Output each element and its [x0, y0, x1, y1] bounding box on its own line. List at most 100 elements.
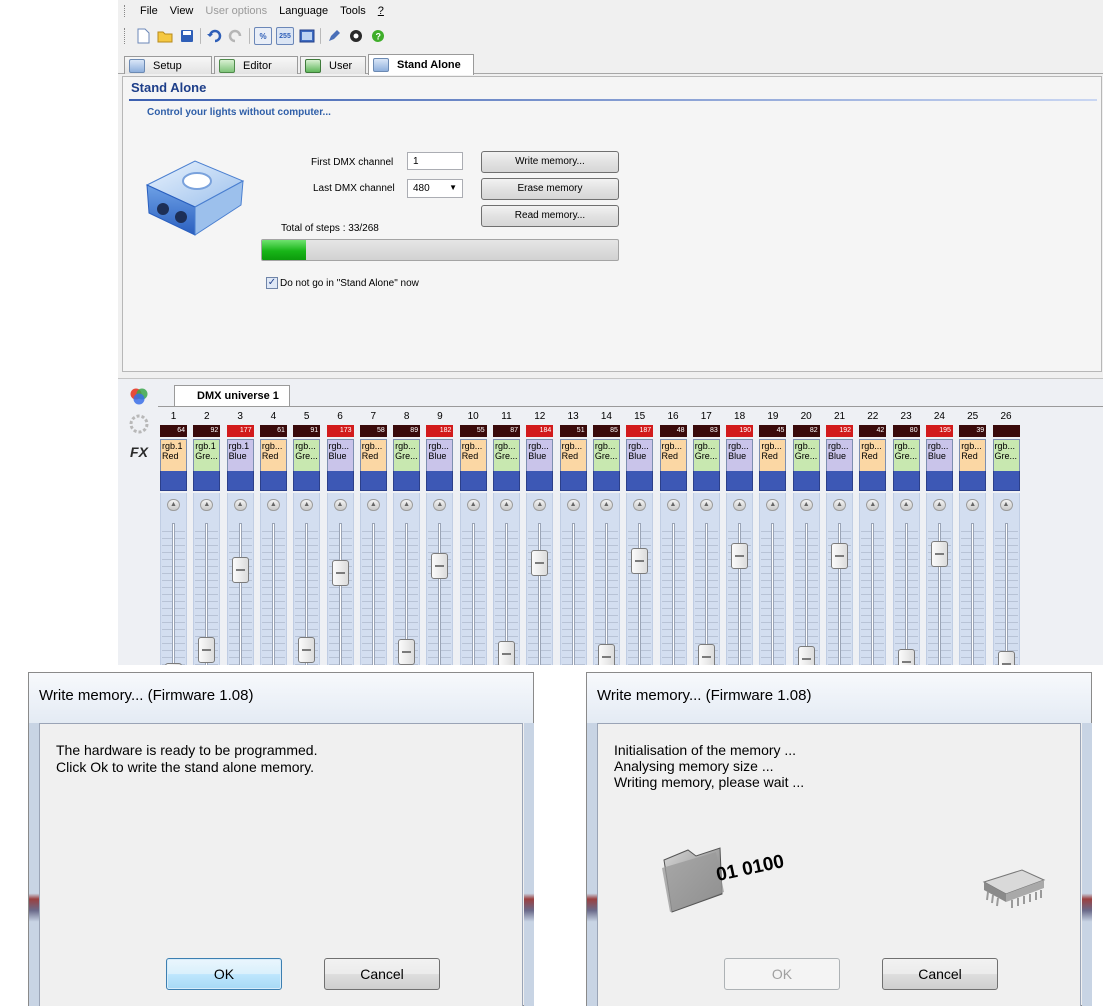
- channel-name[interactable]: rgb... Gre...: [792, 439, 820, 471]
- channel-name[interactable]: rgb... Red: [759, 439, 787, 471]
- open-folder-icon[interactable]: [156, 27, 174, 45]
- channel-up-icon[interactable]: ▲: [333, 499, 347, 511]
- channel-up-icon[interactable]: ▲: [833, 499, 846, 511]
- undo-icon[interactable]: [205, 27, 223, 45]
- channel-name[interactable]: rgb... Blue: [626, 439, 654, 471]
- tab-user[interactable]: User: [300, 56, 366, 74]
- channel-name[interactable]: rgb... Gre...: [992, 439, 1020, 471]
- channel-up-icon[interactable]: ▲: [233, 499, 247, 511]
- fader-thumb[interactable]: [897, 649, 915, 665]
- channel-name[interactable]: rgb... Blue: [925, 439, 953, 471]
- stand-alone-checkbox[interactable]: ✓: [266, 277, 278, 289]
- fader-thumb[interactable]: [731, 543, 749, 569]
- fader-thumb[interactable]: [697, 644, 715, 665]
- channel-up-icon[interactable]: ▲: [266, 499, 280, 511]
- channel-name[interactable]: rgb... Red: [359, 439, 387, 471]
- fader-thumb[interactable]: [398, 639, 416, 665]
- channel-name[interactable]: rgb... Blue: [826, 439, 853, 471]
- channel-name[interactable]: rgb... Red: [859, 439, 887, 471]
- gobo-wheel-icon[interactable]: [128, 413, 150, 435]
- channel-name[interactable]: rgb.1 Red: [160, 439, 187, 471]
- fader-thumb[interactable]: [631, 548, 649, 574]
- channel-name[interactable]: rgb... Blue: [726, 439, 754, 471]
- tab-stand-alone[interactable]: Stand Alone: [368, 54, 474, 75]
- monitor-icon[interactable]: [298, 27, 316, 45]
- channel-up-icon[interactable]: ▲: [566, 499, 580, 511]
- cancel-button[interactable]: Cancel: [324, 958, 440, 990]
- tab-setup[interactable]: Setup: [124, 56, 212, 74]
- redo-icon[interactable]: [227, 27, 245, 45]
- fader-thumb[interactable]: [930, 541, 948, 567]
- channel-up-icon[interactable]: ▲: [167, 499, 180, 511]
- dmx-universe-tab[interactable]: DMX universe 1: [174, 385, 290, 406]
- first-dmx-channel-input[interactable]: 1: [407, 152, 463, 170]
- channel-up-icon[interactable]: ▲: [300, 499, 314, 511]
- fader-thumb[interactable]: [231, 557, 249, 583]
- last-dmx-channel-select[interactable]: 480 ▼: [407, 179, 463, 198]
- channel-name[interactable]: rgb... Red: [259, 439, 287, 471]
- help-icon[interactable]: ?: [369, 27, 387, 45]
- channel-name[interactable]: rgb... Gre...: [592, 439, 620, 471]
- fader-thumb[interactable]: [165, 663, 182, 665]
- channel-up-icon[interactable]: ▲: [999, 499, 1013, 511]
- channel-name[interactable]: rgb... Red: [459, 439, 487, 471]
- channel-name[interactable]: rgb... Gre...: [892, 439, 920, 471]
- menu-file[interactable]: File: [134, 5, 164, 17]
- menu-tools[interactable]: Tools: [334, 5, 372, 17]
- menu-view[interactable]: View: [164, 5, 200, 17]
- channel-name[interactable]: rgb... Gre...: [293, 439, 321, 471]
- info-icon[interactable]: [347, 27, 365, 45]
- channel-name[interactable]: rgb... Blue: [426, 439, 454, 471]
- erase-memory-button[interactable]: Erase memory: [481, 178, 619, 200]
- channel-name[interactable]: rgb... Gre...: [393, 439, 421, 471]
- fader-thumb[interactable]: [597, 644, 615, 665]
- dmx-512-icon[interactable]: 255: [276, 27, 294, 45]
- fader-thumb[interactable]: [997, 651, 1015, 665]
- fader-thumb[interactable]: [498, 641, 515, 665]
- channel-up-icon[interactable]: ▲: [966, 499, 980, 511]
- channel-name[interactable]: rgb.1 Blue: [226, 439, 254, 471]
- color-picker-icon[interactable]: [128, 385, 150, 407]
- channel-up-icon[interactable]: ▲: [366, 499, 380, 511]
- fx-icon[interactable]: FX: [128, 441, 150, 463]
- channel-name[interactable]: rgb... Red: [959, 439, 987, 471]
- channel-up-icon[interactable]: ▲: [400, 499, 414, 511]
- channel-name[interactable]: rgb... Gre...: [692, 439, 720, 471]
- fader-thumb[interactable]: [331, 560, 349, 586]
- cancel-button[interactable]: Cancel: [882, 958, 998, 990]
- save-icon[interactable]: [178, 27, 196, 45]
- channel-up-icon[interactable]: ▲: [699, 499, 713, 511]
- fader-thumb[interactable]: [831, 543, 848, 569]
- menu-help[interactable]: ?: [372, 5, 390, 17]
- ok-button-disabled[interactable]: OK: [724, 958, 840, 990]
- channel-name[interactable]: rgb... Gre...: [493, 439, 520, 471]
- scene-icon[interactable]: %: [254, 27, 272, 45]
- channel-up-icon[interactable]: ▲: [633, 499, 647, 511]
- pen-icon[interactable]: [325, 27, 343, 45]
- channel-up-icon[interactable]: ▲: [899, 499, 913, 511]
- channel-up-icon[interactable]: ▲: [932, 499, 946, 511]
- channel-up-icon[interactable]: ▲: [666, 499, 680, 511]
- fader-thumb[interactable]: [198, 637, 216, 663]
- menu-language[interactable]: Language: [273, 5, 334, 17]
- channel-name[interactable]: rgb.1 Gre...: [193, 439, 221, 471]
- new-file-icon[interactable]: [134, 27, 152, 45]
- fader-thumb[interactable]: [797, 646, 815, 665]
- channel-name[interactable]: rgb... Red: [559, 439, 587, 471]
- channel-name[interactable]: rgb... Blue: [526, 439, 554, 471]
- channel-up-icon[interactable]: ▲: [466, 499, 480, 511]
- tab-editor[interactable]: Editor: [214, 56, 298, 74]
- channel-up-icon[interactable]: ▲: [799, 499, 813, 511]
- fader-thumb[interactable]: [298, 637, 316, 663]
- fader-thumb[interactable]: [431, 553, 449, 579]
- channel-up-icon[interactable]: ▲: [599, 499, 613, 511]
- read-memory-button[interactable]: Read memory...: [481, 205, 619, 227]
- channel-up-icon[interactable]: ▲: [500, 499, 513, 511]
- channel-up-icon[interactable]: ▲: [733, 499, 747, 511]
- channel-name[interactable]: rgb... Red: [659, 439, 687, 471]
- menu-user-options[interactable]: User options: [199, 5, 273, 17]
- fader-thumb[interactable]: [531, 550, 549, 576]
- channel-name[interactable]: rgb... Blue: [326, 439, 354, 471]
- ok-button[interactable]: OK: [166, 958, 282, 990]
- write-memory-button[interactable]: Write memory...: [481, 151, 619, 173]
